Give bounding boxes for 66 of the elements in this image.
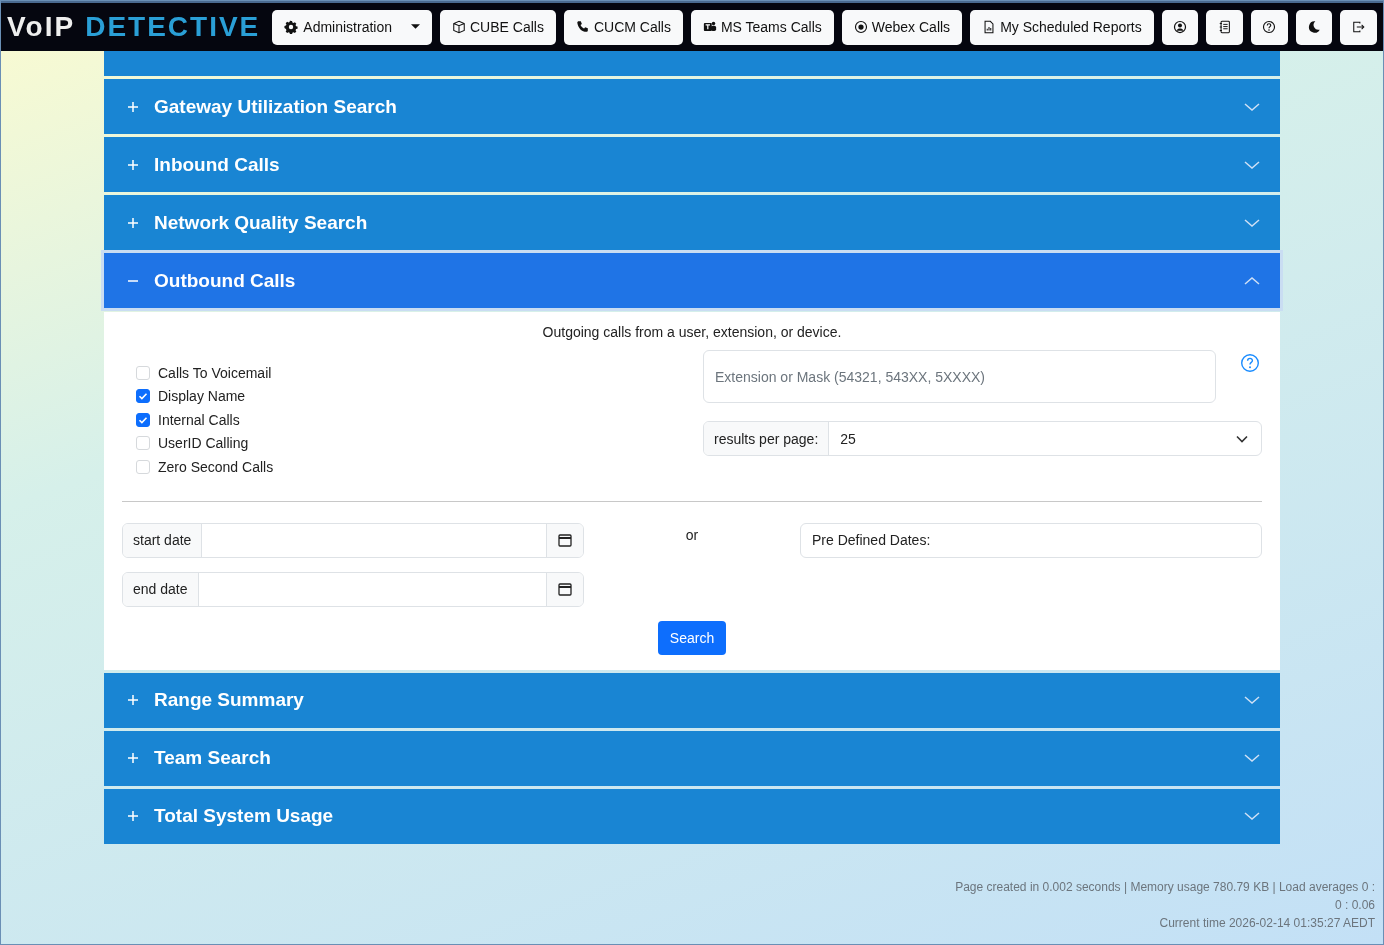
accordion-title: Gateway Utilization Search: [154, 95, 398, 118]
accordion-title: Network Quality Search: [154, 211, 369, 234]
nav-button[interactable]: CUCM Calls: [563, 9, 683, 45]
checkbox-label: UserID Calling: [158, 435, 249, 452]
chevron-up-icon: [1244, 275, 1260, 286]
chevron-down-icon: [1244, 159, 1260, 170]
extension-field[interactable]: Extension or Mask (54321, 543XX, 5XXXX): [703, 350, 1216, 403]
accordion-header[interactable]: Outbound Calls: [104, 253, 1280, 308]
footer-text: Current time 2026-02-14 01:35:27 AEDT: [1158, 915, 1375, 932]
search-button[interactable]: Search: [657, 620, 727, 655]
accordion-header[interactable]: Team Search: [104, 730, 1280, 786]
checkbox-label: Calls To Voicemail: [158, 364, 272, 381]
plus-icon: [127, 810, 139, 822]
help-icon: [1262, 20, 1277, 34]
checkbox[interactable]: [136, 389, 150, 404]
nav-button[interactable]: CUBE Calls: [440, 9, 556, 45]
theme-button[interactable]: [1295, 9, 1333, 45]
logout-icon: [1351, 20, 1366, 34]
chevron-down-icon: [1244, 753, 1260, 763]
checkbox-label: Zero Second Calls: [158, 458, 274, 475]
plus-icon: [127, 694, 139, 706]
accordion-header[interactable]: Inbound Calls: [104, 137, 1280, 192]
checkbox-label: Display Name: [158, 388, 246, 405]
teams-icon: [702, 20, 717, 34]
plus-icon: [127, 100, 139, 113]
moon-icon: [1307, 20, 1321, 34]
accordion-title: Total System Usage: [154, 805, 335, 827]
nav-button[interactable]: Administration: [272, 9, 432, 45]
notes-button[interactable]: [1206, 9, 1244, 45]
nav-button[interactable]: MS Teams Calls: [690, 9, 834, 45]
report-icon: [982, 20, 997, 34]
logout-button[interactable]: [1340, 9, 1377, 45]
accordion-title: Outbound Calls: [154, 269, 297, 292]
accordion-header[interactable]: Network Quality Search: [104, 195, 1280, 250]
accordion-title: Inbound Calls: [154, 153, 281, 176]
chevron-down-icon: [1244, 217, 1260, 228]
plus-icon: [127, 752, 139, 764]
user-icon: [1173, 20, 1188, 34]
accordion-header[interactable]: Total System Usage: [104, 788, 1280, 844]
cube-icon: [452, 20, 466, 34]
help-icon[interactable]: [1240, 353, 1260, 373]
panel-description: Outgoing calls from a user, extension, or device.: [541, 324, 843, 340]
accordion-header[interactable]: Gateway Utilization Search: [104, 79, 1280, 134]
accordion-header[interactable]: Range Summary: [104, 672, 1280, 728]
profile-button[interactable]: [1161, 9, 1199, 45]
chevron-down-icon: [1244, 695, 1260, 705]
footer-text: Page created in 0.002 seconds | Memory usage 780.79 KB | Load averages 0 : 0 : 0.06: [954, 879, 1375, 914]
nav-button[interactable]: My Scheduled Reports: [970, 9, 1154, 45]
caret-icon: [411, 24, 420, 30]
chevron-down-icon: [1244, 811, 1260, 821]
nav-button[interactable]: Webex Calls: [841, 9, 963, 45]
plus-icon: [127, 216, 139, 229]
predefined-dates-select[interactable]: Pre Defined Dates:: [800, 522, 1262, 558]
plus-icon: [127, 158, 139, 171]
accordion-title: Team Search: [154, 747, 272, 769]
checkbox[interactable]: [136, 412, 150, 427]
gear-icon: [284, 20, 299, 34]
notebook-icon: [1217, 20, 1232, 34]
checkbox-label: Internal Calls: [158, 411, 240, 428]
or-label: or: [685, 526, 699, 543]
brand-logo[interactable]: VoIP DETECTIVE: [7, 11, 261, 43]
chevron-down-icon: [1244, 101, 1260, 112]
radio-icon: [853, 20, 868, 34]
phone-icon: [575, 20, 590, 34]
help-button[interactable]: [1251, 9, 1288, 45]
accordion-title: Range Summary: [154, 689, 305, 711]
